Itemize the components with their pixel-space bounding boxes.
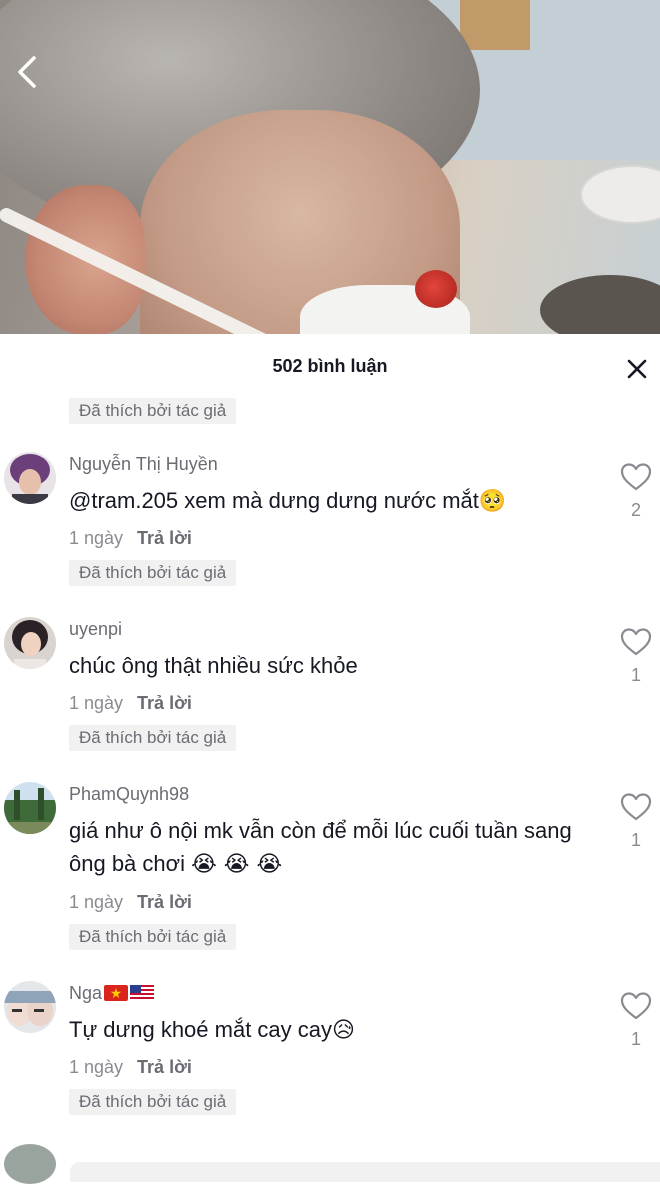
like-button[interactable]: 2 [618,462,654,521]
like-button[interactable]: 1 [618,792,654,851]
comment-count-title: 502 bình luận [272,356,388,376]
close-button[interactable] [624,356,650,382]
avatar[interactable] [4,617,56,669]
comment-text: @tram.205 xem mà dưng dưng nước mắt🥺 [69,488,507,514]
close-icon [627,359,647,379]
heart-outline-icon [620,793,652,821]
mention-link[interactable]: @tram.205 [69,488,178,513]
liked-by-creator-badge: Đã thích bởi tác giả [69,398,237,424]
avatar-photo [4,452,56,504]
comment-text: giá như ô nội mk vẫn còn để mỗi lúc cuối… [69,818,572,877]
reply-button[interactable]: Trả lời [137,1057,192,1077]
avatar [4,1144,56,1184]
reply-button[interactable]: Trả lời [137,892,192,912]
liked-by-creator-badge: Đã thích bởi tác giả [69,725,237,751]
like-count: 1 [630,1029,641,1049]
usa-flag-icon [130,985,155,1001]
heart-outline-icon [620,628,652,656]
chevron-left-icon [18,56,36,88]
comment-input[interactable] [70,1162,660,1182]
video-frame[interactable] [0,0,660,334]
comment-meta: 1 ngày Trả lời [69,528,192,549]
loudly-crying-face-emoji: 😭 😭 😭 [191,852,283,877]
sad-relieved-face-emoji: 😥 [332,1018,355,1043]
comments-panel: 502 bình luận Đã thích bởi tác giả Nguyễ… [0,334,660,1174]
like-count: 2 [630,500,641,520]
liked-by-creator-badge: Đã thích bởi tác giả [69,924,237,950]
comment-text: Tự dưng khoé mắt cay cay😥 [69,1017,355,1043]
like-count: 1 [630,665,641,685]
video-plate [540,275,660,334]
comments-header: 502 bình luận [0,334,660,402]
vietnam-flag-icon [104,985,129,1001]
video-bowl [580,165,660,224]
like-count: 1 [630,830,641,850]
comment-text: chúc ông thật nhiều sức khỏe [69,653,358,678]
comment-username[interactable]: PhamQuynh98 [69,784,189,805]
comment-username: Nga [69,983,155,1004]
video-background-curtain [460,0,530,50]
reply-button[interactable]: Trả lời [137,528,192,548]
video-rose [415,270,457,308]
like-button[interactable]: 1 [618,991,654,1050]
comment-time: 1 ngày [69,1057,124,1077]
avatar-photo [4,782,56,834]
comment-list[interactable]: Đã thích bởi tác giả Nguyễn Thị Huyền @t… [0,394,660,1174]
comment-time: 1 ngày [69,528,124,548]
comment-meta: 1 ngày Trả lời [69,693,192,714]
like-button[interactable]: 1 [618,627,654,686]
comment-time: 1 ngày [69,892,124,912]
pleading-face-emoji: 🥺 [478,489,507,514]
avatar-photo [4,981,56,1033]
back-button[interactable] [8,52,48,92]
avatar[interactable] [4,782,56,834]
reply-button[interactable]: Trả lời [137,693,192,713]
comment-meta: 1 ngày Trả lời [69,1057,192,1078]
heart-outline-icon [620,463,652,491]
heart-outline-icon [620,992,652,1020]
comment-input-bar [0,1144,660,1184]
avatar[interactable] [4,452,56,504]
comment-username[interactable]: Nguyễn Thị Huyền [69,454,218,475]
liked-by-creator-badge: Đã thích bởi tác giả [69,560,237,586]
comment-time: 1 ngày [69,693,124,713]
comment-meta: 1 ngày Trả lời [69,892,192,913]
liked-by-creator-badge: Đã thích bởi tác giả [69,1089,237,1115]
avatar-photo [4,617,56,669]
avatar[interactable] [4,981,56,1033]
comment-username[interactable]: uyenpi [69,619,122,640]
